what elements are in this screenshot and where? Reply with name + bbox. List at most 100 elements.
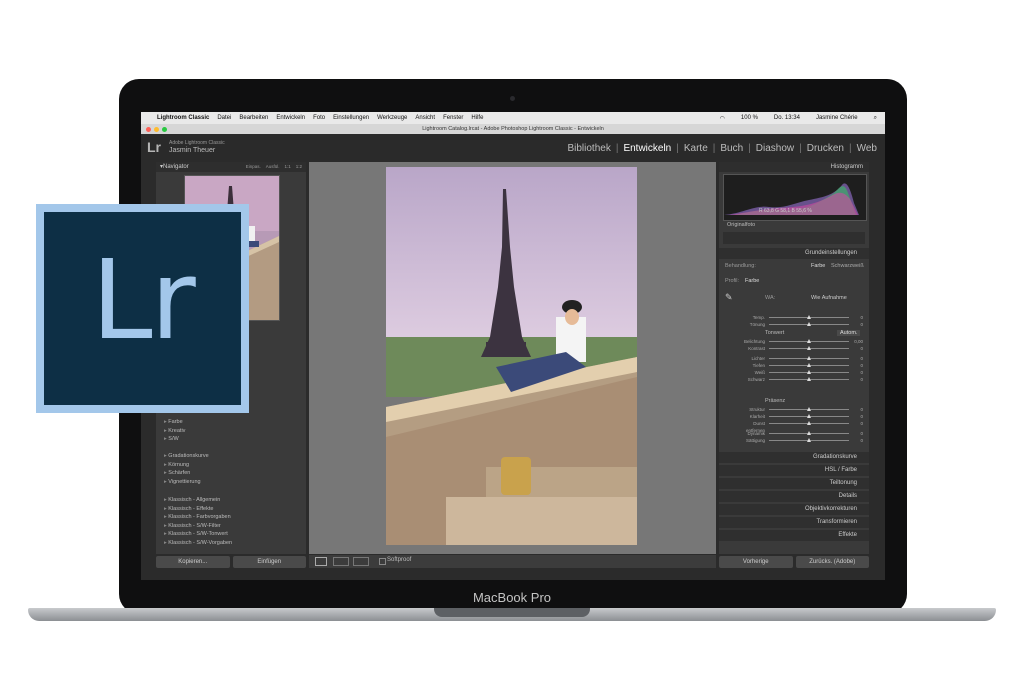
slider-knob[interactable]	[807, 315, 811, 319]
preset-farbe[interactable]: Farbe	[164, 418, 185, 427]
menu-fenster[interactable]: Fenster	[443, 115, 463, 121]
slider-row[interactable]: Sättigung 0	[733, 437, 863, 444]
slider-value[interactable]: 0	[860, 314, 863, 321]
slider-value[interactable]: 0	[860, 376, 863, 383]
slider-value[interactable]: 0	[860, 369, 863, 376]
survey-view-icon[interactable]	[353, 557, 369, 566]
nav-option-fit[interactable]: Einpas.	[246, 162, 261, 172]
section-transformieren[interactable]: Transformieren	[719, 517, 869, 528]
copy-button[interactable]: Kopieren...	[156, 556, 230, 568]
slider-value[interactable]: 0	[860, 413, 863, 420]
slider-knob[interactable]	[807, 421, 811, 425]
menu-bearbeiten[interactable]: Bearbeiten	[239, 115, 268, 121]
slider-knob[interactable]	[807, 438, 811, 442]
main-photo[interactable]	[386, 167, 637, 545]
photo-canvas[interactable]	[309, 162, 716, 554]
slider-value[interactable]: 0	[860, 321, 863, 328]
loupe-view-icon[interactable]	[315, 557, 327, 566]
section-effekte[interactable]: Effekte	[719, 530, 869, 541]
eyedropper-icon[interactable]: ✎	[725, 292, 733, 303]
slider-value[interactable]: 0,00	[854, 338, 863, 345]
module-bibliothek[interactable]: Bibliothek	[567, 143, 610, 154]
slider-value[interactable]: 0	[860, 437, 863, 444]
slider-knob[interactable]	[807, 339, 811, 343]
menu-foto[interactable]: Foto	[313, 115, 325, 121]
menu-einstellungen[interactable]: Einstellungen	[333, 115, 369, 121]
section-objektivkorrekturen[interactable]: Objektivkorrekturen	[719, 504, 869, 515]
zoom-button[interactable]	[162, 127, 167, 132]
slider-row[interactable]: Tiefen 0	[733, 362, 863, 369]
slider-row[interactable]: Tönung 0	[733, 321, 863, 328]
module-web[interactable]: Web	[857, 143, 877, 154]
slider-knob[interactable]	[807, 363, 811, 367]
slider-value[interactable]: 0	[860, 406, 863, 413]
preset-klassisch-effekte[interactable]: Klassisch - Effekte	[164, 505, 232, 514]
treatment-bw[interactable]: Schwarzweiß	[831, 263, 864, 269]
reset-button[interactable]: Zurücks. (Adobe)	[795, 556, 869, 568]
menu-werkzeuge[interactable]: Werkzeuge	[377, 115, 407, 121]
preset-klassisch-sw-tonwert[interactable]: Klassisch - S/W-Tonwert	[164, 530, 232, 539]
softproof-checkbox[interactable]	[379, 558, 386, 565]
slider-knob[interactable]	[807, 431, 811, 435]
previous-button[interactable]: Vorherige	[719, 556, 793, 568]
auto-button[interactable]: Autom.	[837, 330, 861, 336]
module-drucken[interactable]: Drucken	[807, 143, 844, 154]
module-diashow[interactable]: Diashow	[756, 143, 794, 154]
slider-knob[interactable]	[807, 414, 811, 418]
slider-knob[interactable]	[807, 407, 811, 411]
preset-schaerfen[interactable]: Schärfen	[164, 469, 209, 478]
module-buch[interactable]: Buch	[720, 143, 743, 154]
close-button[interactable]	[146, 127, 151, 132]
slider-value[interactable]: 0	[860, 355, 863, 362]
preset-kreativ[interactable]: Kreativ	[164, 427, 185, 436]
app-menu[interactable]: Lightroom Classic	[157, 115, 209, 121]
treatment-color[interactable]: Farbe	[811, 263, 825, 269]
slider-value[interactable]: 0	[860, 420, 863, 427]
nav-option-fill[interactable]: Ausfül.	[266, 162, 280, 172]
slider-row[interactable]: Struktur 0	[733, 406, 863, 413]
menu-entwickeln[interactable]: Entwickeln	[276, 115, 305, 121]
slider-row[interactable]: Schwarz 0	[733, 376, 863, 383]
slider-row[interactable]: Dunst entfernen 0	[733, 420, 863, 433]
slider-value[interactable]: 0	[860, 430, 863, 437]
minimize-button[interactable]	[154, 127, 159, 132]
menu-datei[interactable]: Datei	[217, 115, 231, 121]
clock[interactable]: Do. 13:34	[774, 115, 800, 122]
preset-gradationskurve[interactable]: Gradationskurve	[164, 452, 208, 461]
slider-knob[interactable]	[807, 370, 811, 374]
menu-hilfe[interactable]: Hilfe	[471, 115, 483, 121]
slider-row[interactable]: Temp. 0	[733, 314, 863, 321]
nav-option-1-2[interactable]: 1:2	[296, 162, 302, 172]
slider-knob[interactable]	[807, 322, 811, 326]
slider-row[interactable]: Klarheit 0	[733, 413, 863, 420]
basic-header[interactable]: Grundeinstellungen	[719, 248, 869, 259]
preset-sw[interactable]: S/W	[164, 435, 185, 444]
slider-knob[interactable]	[807, 377, 811, 381]
wifi-icon[interactable]: ◠	[720, 115, 725, 122]
section-teiltonung[interactable]: Teiltonung	[719, 478, 869, 489]
user-menu[interactable]: Jasmine Chérie	[816, 115, 858, 122]
menu-ansicht[interactable]: Ansicht	[415, 115, 435, 121]
preset-klassisch-allgemein[interactable]: Klassisch - Allgemein	[164, 496, 232, 505]
module-karte[interactable]: Karte	[684, 143, 708, 154]
histogram-header[interactable]: Histogramm	[719, 162, 869, 172]
slider-row[interactable]: Weiß 0	[733, 369, 863, 376]
profile-select[interactable]: Farbe	[745, 278, 759, 284]
preset-klassisch-farbvorgaben[interactable]: Klassisch - Farbvorgaben	[164, 513, 232, 522]
slider-row[interactable]: Kontrast 0	[733, 345, 863, 352]
slider-row[interactable]: Lichter 0	[733, 355, 863, 362]
slider-value[interactable]: 0	[860, 345, 863, 352]
slider-knob[interactable]	[807, 346, 811, 350]
wb-select[interactable]: Wie Aufnahme	[811, 295, 847, 301]
preset-klassisch-sw-filter[interactable]: Klassisch - S/W-Filter	[164, 522, 232, 531]
nav-option-1-1[interactable]: 1:1	[284, 162, 290, 172]
paste-button[interactable]: Einfügen	[232, 556, 306, 568]
preset-koernung[interactable]: Körnung	[164, 461, 209, 470]
slider-row[interactable]: Dynamik 0	[733, 430, 863, 437]
section-gradationskurve[interactable]: Gradationskurve	[719, 452, 869, 463]
slider-row[interactable]: Belichtung 0,00	[733, 338, 863, 345]
search-icon[interactable]: ⌕	[874, 115, 877, 122]
navigator-header[interactable]: ▾ Navigator Einpas. Ausfül. 1:1 1:2	[156, 162, 306, 172]
preset-klassisch-sw-vorgaben[interactable]: Klassisch - S/W-Vorgaben	[164, 539, 232, 548]
module-entwickeln[interactable]: Entwickeln	[623, 143, 671, 154]
